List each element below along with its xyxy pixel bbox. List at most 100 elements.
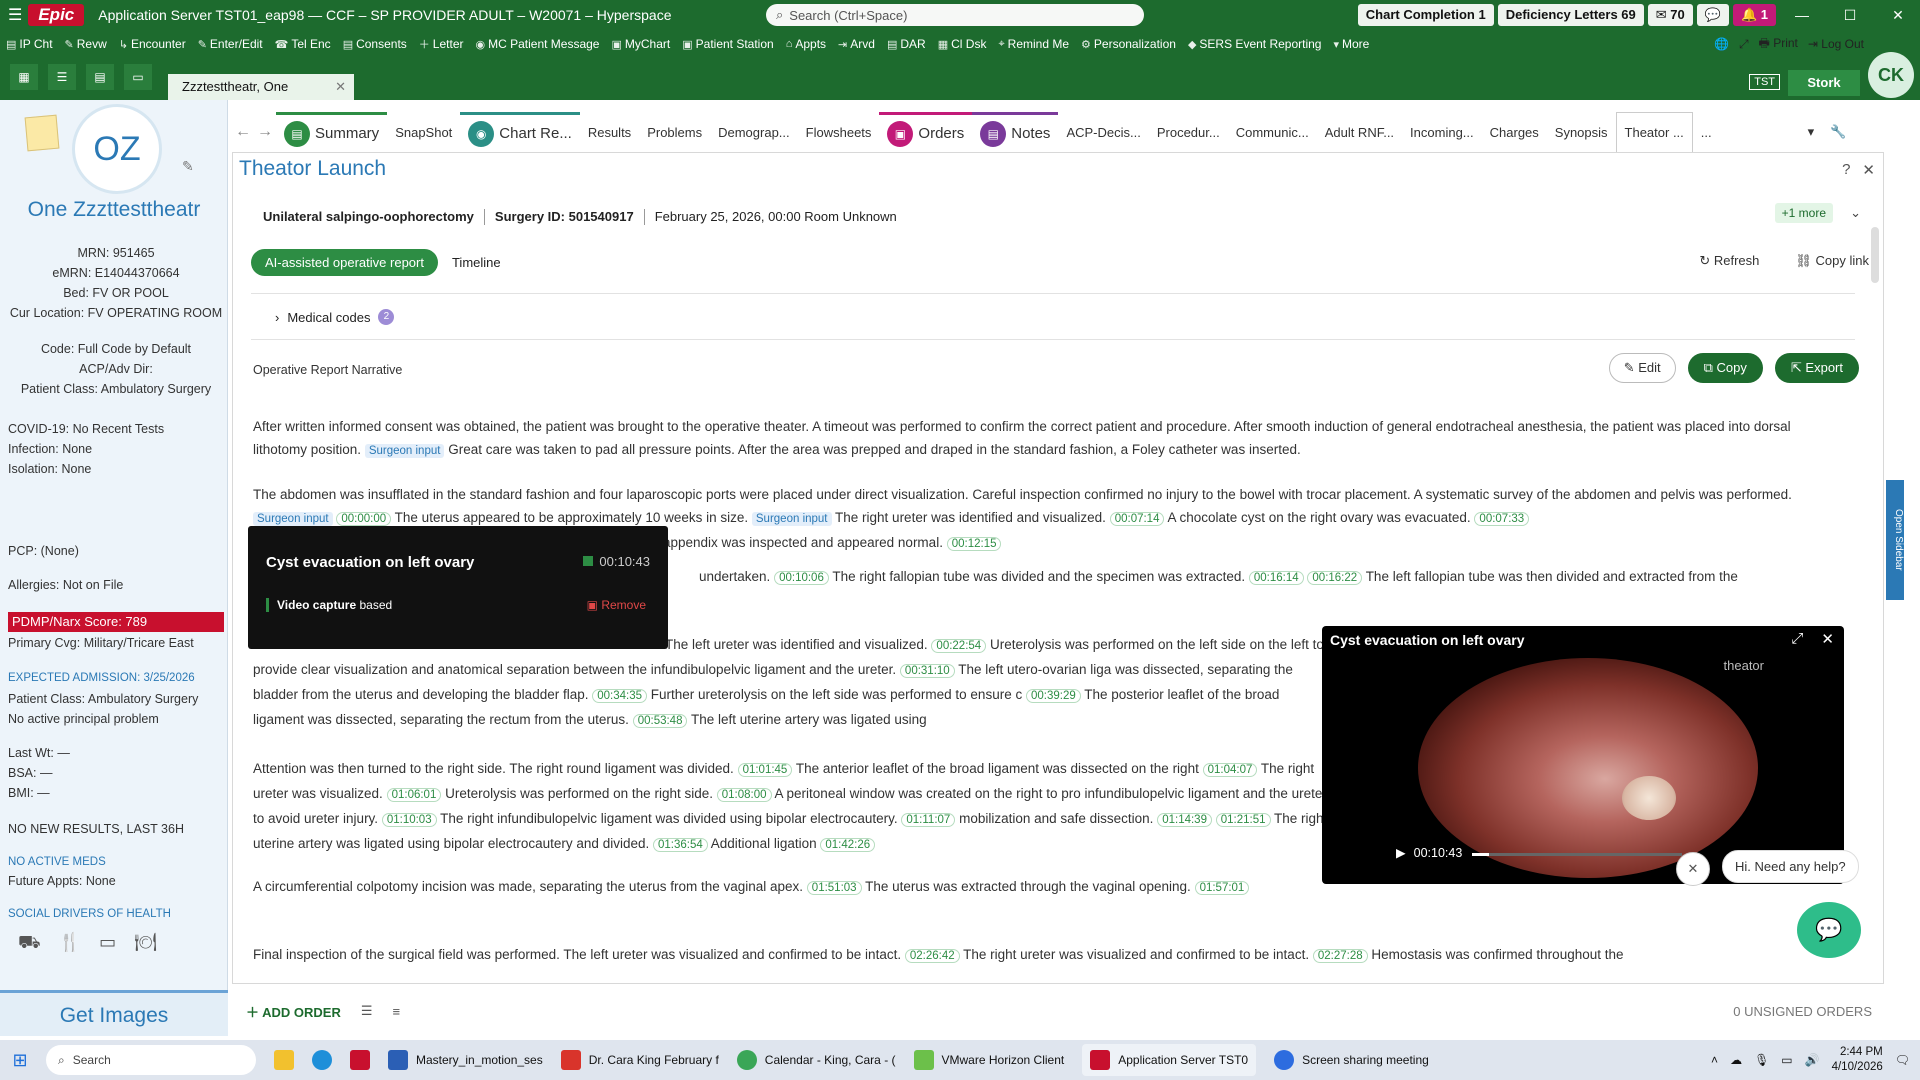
cloud-icon[interactable]: ☁ bbox=[1730, 1053, 1742, 1067]
close-icon[interactable]: ✕ bbox=[1821, 630, 1834, 648]
timestamp-link[interactable]: 01:04:07 bbox=[1202, 763, 1258, 777]
new-results[interactable]: NO NEW RESULTS, LAST 36H bbox=[8, 822, 224, 836]
wrench-icon[interactable]: 🔧 bbox=[1822, 112, 1854, 152]
add-order-button[interactable]: ＋ ADD ORDER bbox=[246, 1002, 341, 1021]
timestamp-link[interactable]: 00:31:10 bbox=[899, 664, 955, 678]
chevron-down-icon[interactable]: ⌄ bbox=[1850, 205, 1861, 221]
epic-icon[interactable] bbox=[350, 1050, 370, 1070]
list-icon[interactable]: ☰ bbox=[48, 64, 76, 90]
open-sidebar-button[interactable]: Open Sidebar bbox=[1886, 480, 1904, 600]
close-help-button[interactable]: ✕ bbox=[1676, 852, 1710, 886]
pcp[interactable]: PCP: (None) bbox=[8, 544, 224, 558]
patient-name[interactable]: One Zzzttesttheatr bbox=[0, 198, 228, 222]
covid-status[interactable]: COVID-19: No Recent Tests bbox=[8, 422, 224, 436]
toolbar-item[interactable]: ✎ Enter/Edit bbox=[192, 37, 269, 51]
toolbar-item[interactable]: ▦ Cl Dsk bbox=[932, 37, 993, 51]
microphone-icon[interactable]: 🎙 bbox=[1754, 1053, 1769, 1067]
toolbar-item[interactable]: ▣ MyChart bbox=[605, 37, 676, 51]
tab-incoming[interactable]: Incoming... bbox=[1402, 112, 1482, 152]
inbox-button[interactable]: ✉ 70 bbox=[1647, 4, 1693, 26]
epic-menu-button[interactable]: ☰ Epic bbox=[0, 0, 92, 30]
chevron-up-icon[interactable]: ˄ bbox=[1711, 1053, 1718, 1067]
toolbar-item[interactable]: ▤ DAR bbox=[881, 37, 932, 51]
timestamp-link[interactable]: 00:12:15 bbox=[946, 537, 1002, 551]
timestamp-link[interactable]: 01:14:39 bbox=[1157, 813, 1212, 827]
toolbar-item[interactable]: ＋ Letter bbox=[413, 36, 470, 52]
taskbar-app[interactable]: Screen sharing meeting bbox=[1274, 1050, 1429, 1070]
get-images-button[interactable]: Get Images bbox=[0, 990, 228, 1036]
timeline-tab[interactable]: Timeline bbox=[438, 249, 515, 276]
close-icon[interactable]: ✕ bbox=[1862, 161, 1875, 179]
toolbar-item[interactable]: ☎ Tel Enc bbox=[269, 37, 337, 51]
minimize-button[interactable]: — bbox=[1780, 7, 1824, 23]
tab-flowsheets[interactable]: Flowsheets bbox=[798, 112, 880, 152]
timestamp-link[interactable]: 00:39:29 bbox=[1025, 689, 1081, 703]
schedule-icon[interactable]: ▤ bbox=[86, 64, 114, 90]
tab-demographics[interactable]: Demograp... bbox=[710, 112, 798, 152]
edge-icon[interactable] bbox=[312, 1050, 332, 1070]
timestamp-link[interactable]: 01:01:45 bbox=[737, 763, 793, 777]
toolbar-item[interactable]: ▤ Consents bbox=[337, 37, 413, 51]
sticky-note-icon[interactable] bbox=[24, 114, 60, 152]
tab-results[interactable]: Results bbox=[580, 112, 639, 152]
tab-overflow[interactable]: ... bbox=[1693, 112, 1720, 152]
active-meds[interactable]: NO ACTIVE MEDS bbox=[8, 856, 224, 868]
chevron-down-icon[interactable]: ▾ bbox=[1800, 112, 1823, 152]
tab-summary[interactable]: ▤ Summary bbox=[276, 112, 388, 152]
tab-charges[interactable]: Charges bbox=[1482, 112, 1547, 152]
user-avatar[interactable]: CK bbox=[1868, 52, 1914, 98]
timestamp-link[interactable]: 01:21:51 bbox=[1215, 813, 1271, 827]
logout-button[interactable]: ⇥ Log Out bbox=[1808, 37, 1864, 51]
taskbar-app[interactable]: Mastery_in_motion_ses bbox=[388, 1050, 543, 1070]
monitor-icon[interactable]: ▭ bbox=[124, 64, 152, 90]
maximize-button[interactable]: ☐ bbox=[1828, 7, 1872, 24]
toolbar-item[interactable]: ⌂ Appts bbox=[780, 37, 832, 51]
detail-list-icon[interactable]: ≡ bbox=[393, 1004, 401, 1019]
toolbar-item[interactable]: ◆ SERS Event Reporting bbox=[1182, 37, 1328, 51]
timestamp-link[interactable]: 00:16:22 bbox=[1307, 571, 1363, 585]
scrollbar[interactable] bbox=[1871, 227, 1879, 283]
timestamp-link[interactable]: 00:07:14 bbox=[1109, 512, 1165, 526]
timestamp-link[interactable]: 02:26:42 bbox=[904, 949, 960, 963]
medical-codes-toggle[interactable]: › Medical codes 2 bbox=[275, 309, 395, 325]
timestamp-link[interactable]: 00:34:35 bbox=[592, 689, 648, 703]
taskbar-app[interactable]: VMware Horizon Client bbox=[913, 1050, 1064, 1070]
toolbar-item[interactable]: ▣ Patient Station bbox=[676, 37, 779, 51]
chat-button[interactable]: 💬 bbox=[1696, 4, 1729, 26]
global-search-input[interactable]: ⌕ Search (Ctrl+Space) bbox=[766, 4, 1144, 26]
timestamp-link[interactable]: 01:51:03 bbox=[806, 881, 862, 895]
alerts-button[interactable]: 🔔 1 bbox=[1732, 4, 1776, 26]
ai-report-tab[interactable]: AI-assisted operative report bbox=[251, 249, 438, 276]
list-icon[interactable]: ☰ bbox=[361, 1003, 373, 1019]
remove-button[interactable]: ▣ Remove bbox=[587, 598, 646, 612]
toolbar-item[interactable]: ⇥ Arvd bbox=[832, 37, 881, 51]
network-icon[interactable]: ▭ bbox=[1781, 1053, 1792, 1067]
timestamp-link[interactable]: 01:36:54 bbox=[653, 838, 708, 852]
department-button[interactable]: Stork bbox=[1788, 70, 1860, 96]
tab-communications[interactable]: Communic... bbox=[1228, 112, 1317, 152]
copy-link-button[interactable]: ⛓ Copy link bbox=[1795, 253, 1869, 269]
refresh-button[interactable]: ↻ Refresh bbox=[1699, 253, 1759, 269]
clock[interactable]: 2:44 PM 4/10/2026 bbox=[1832, 1045, 1883, 1075]
timestamp-link[interactable]: 00:53:48 bbox=[632, 714, 688, 728]
close-window-button[interactable]: ✕ bbox=[1876, 7, 1920, 24]
timestamp-link[interactable]: 00:22:54 bbox=[931, 639, 987, 653]
taskbar-search[interactable]: ⌕ Search bbox=[46, 1045, 256, 1075]
timestamp-link[interactable]: 00:10:06 bbox=[774, 571, 829, 585]
fullscreen-icon[interactable]: ⤢ bbox=[1791, 630, 1803, 648]
file-explorer-icon[interactable] bbox=[274, 1050, 294, 1070]
back-arrow-icon[interactable]: ← bbox=[232, 123, 254, 141]
progress-bar[interactable] bbox=[1472, 853, 1682, 856]
timestamp-link[interactable]: 01:08:00 bbox=[716, 788, 772, 802]
windows-start-icon[interactable]: ⊞ bbox=[0, 1050, 40, 1071]
tab-chart-review[interactable]: ◉ Chart Re... bbox=[460, 112, 580, 152]
toolbar-item[interactable]: ⚙ Personalization bbox=[1075, 37, 1182, 51]
print-button[interactable]: 🖶 Print bbox=[1759, 34, 1798, 55]
primary-coverage[interactable]: Primary Cvg: Military/Tricare East bbox=[8, 636, 224, 650]
help-bubble[interactable]: Hi. Need any help? bbox=[1722, 850, 1859, 883]
timestamp-link[interactable]: 00:00:00 bbox=[336, 512, 392, 526]
tab-problems[interactable]: Problems bbox=[639, 112, 710, 152]
timestamp-link[interactable]: 01:42:26 bbox=[820, 838, 876, 852]
timestamp-link[interactable]: 01:11:07 bbox=[901, 813, 956, 827]
tooltip-time[interactable]: 00:10:43 bbox=[583, 554, 650, 569]
